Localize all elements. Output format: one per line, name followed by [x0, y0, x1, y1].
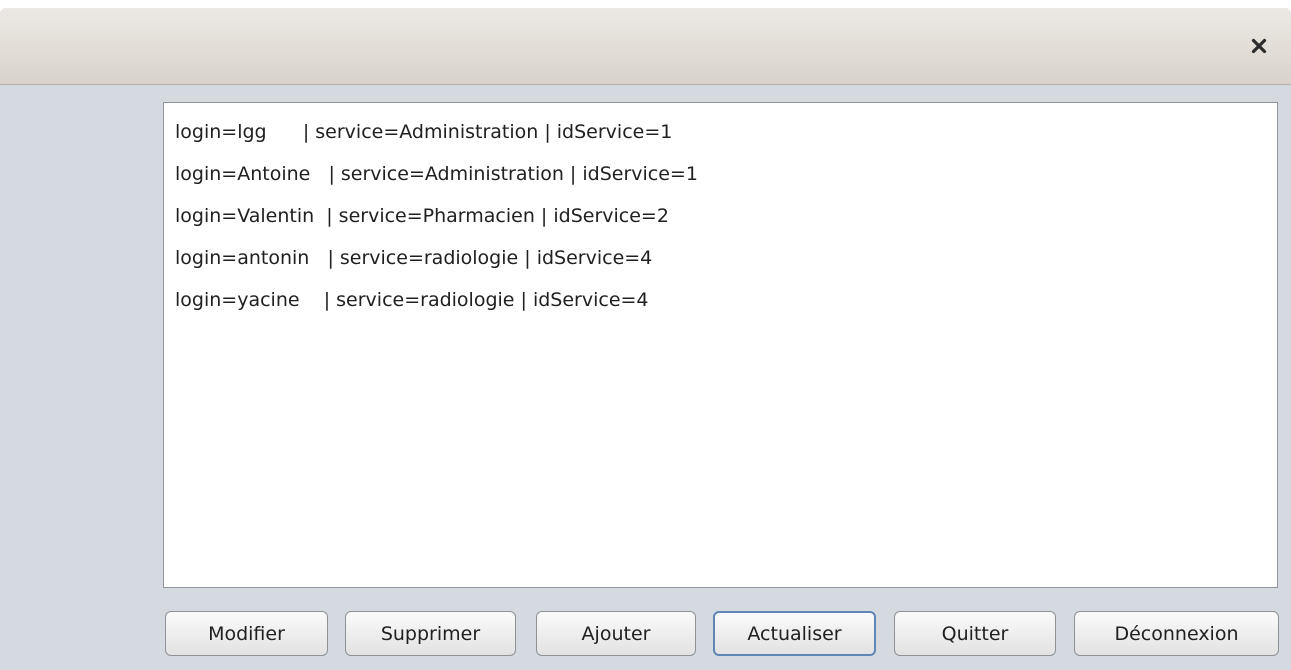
modifier-button[interactable]: Modifier — [165, 611, 328, 656]
button-bar: Modifier Supprimer Ajouter Actualiser Qu… — [0, 608, 1291, 658]
close-icon — [1251, 38, 1267, 54]
list-item[interactable]: login=antonin | service=radiologie | idS… — [164, 237, 1277, 279]
ajouter-button[interactable]: Ajouter — [536, 611, 696, 656]
actualiser-button[interactable]: Actualiser — [713, 611, 876, 656]
list-item[interactable]: login=yacine | service=radiologie | idSe… — [164, 279, 1277, 321]
title-bar[interactable] — [0, 8, 1291, 85]
dialog-window: login=lgg | service=Administration | idS… — [0, 8, 1291, 670]
list-item[interactable]: login=lgg | service=Administration | idS… — [164, 111, 1277, 153]
list-item[interactable]: login=Valentin | service=Pharmacien | id… — [164, 195, 1277, 237]
close-button[interactable] — [1245, 32, 1273, 60]
list-item[interactable]: login=Antoine | service=Administration |… — [164, 153, 1277, 195]
users-list[interactable]: login=lgg | service=Administration | idS… — [163, 102, 1278, 588]
supprimer-button[interactable]: Supprimer — [345, 611, 516, 656]
deconnexion-button[interactable]: Déconnexion — [1074, 611, 1279, 656]
quitter-button[interactable]: Quitter — [894, 611, 1056, 656]
